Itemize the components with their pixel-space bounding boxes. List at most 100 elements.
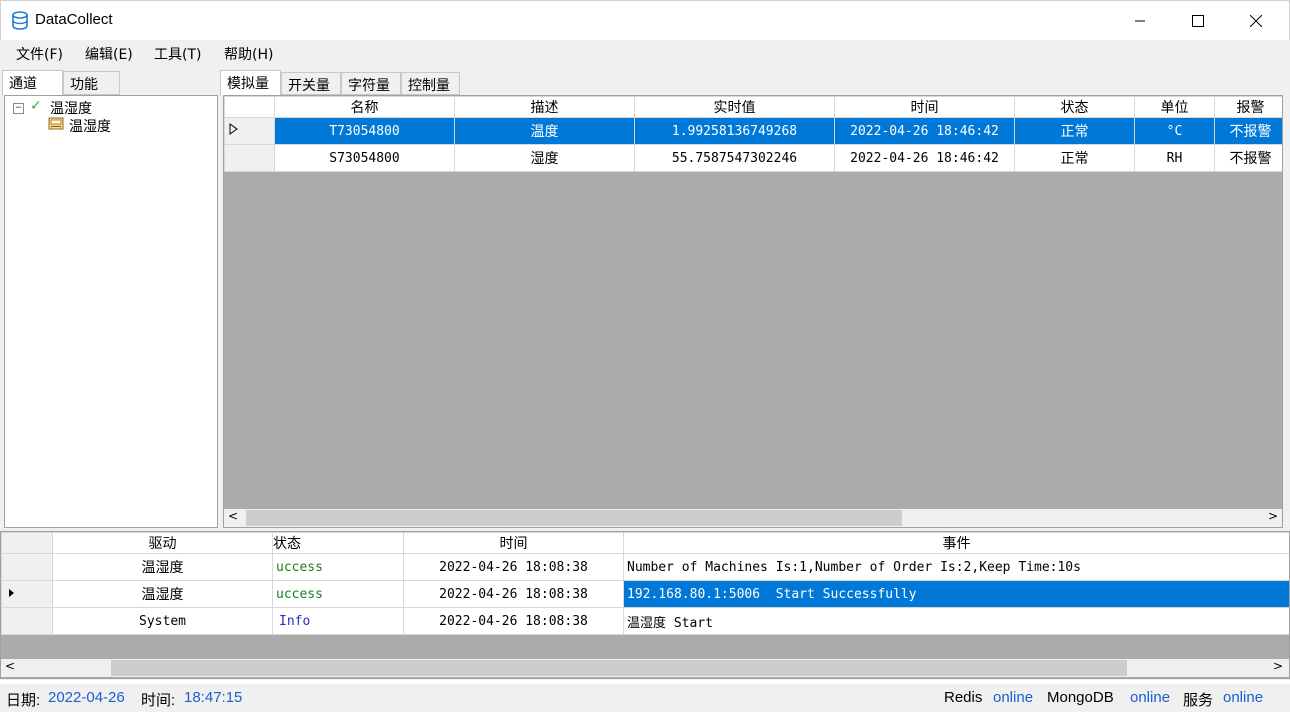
date-label: 日期: [6, 692, 41, 709]
row-header-corner [1, 532, 53, 554]
menu-tools[interactable]: 工具(T) [154, 44, 201, 64]
table-row[interactable]: T73054800 温度 1.99258136749268 2022-04-26… [224, 117, 1282, 145]
row-header-corner [224, 96, 275, 118]
tree-node-root[interactable]: 温湿度 [50, 98, 92, 118]
row-indicator[interactable] [224, 117, 275, 145]
column-header[interactable]: 描述 [454, 96, 635, 118]
close-button[interactable] [1227, 1, 1285, 41]
channel-tree: − ✓ 温湿度 温湿度 [4, 95, 218, 528]
cell-state[interactable]: 正常 [1014, 117, 1135, 145]
current-row-icon [229, 123, 238, 135]
table-row[interactable]: 温湿度 uccess 2022-04-26 18:08:38 192.168.8… [1, 580, 1289, 608]
scrollbar-thumb[interactable] [111, 660, 1127, 676]
maximize-icon [1192, 15, 1204, 27]
cell-time[interactable]: 2022-04-26 18:46:42 [834, 117, 1015, 145]
tab-channel[interactable]: 通道 [2, 70, 63, 96]
cell-state[interactable]: 正常 [1014, 144, 1135, 172]
cell-status[interactable]: uccess [272, 580, 404, 608]
minimize-button[interactable] [1111, 1, 1169, 41]
cell-event[interactable]: 温湿度 Start [623, 607, 1289, 635]
time-label: 时间: [141, 692, 176, 709]
column-header[interactable]: 驱动 [52, 532, 273, 554]
close-icon [1250, 15, 1262, 27]
cell-desc[interactable]: 温度 [454, 117, 635, 145]
column-header[interactable]: 时间 [403, 532, 624, 554]
redis-label: Redis [944, 689, 983, 706]
window-title: DataCollect [35, 11, 113, 28]
title-bar: DataCollect [0, 0, 1290, 40]
tab-switch[interactable]: 开关量 [281, 72, 341, 95]
mongodb-label: MongoDB [1047, 689, 1114, 706]
log-horizontal-scrollbar[interactable]: < > [1, 659, 1289, 677]
cell-desc[interactable]: 湿度 [454, 144, 635, 172]
tab-function[interactable]: 功能 [63, 71, 120, 95]
analog-grid: 名称 描述 实时值 时间 状态 单位 报警 T73054800 温度 1.992… [223, 95, 1283, 528]
scroll-right-icon[interactable]: > [1268, 509, 1278, 523]
cell-value[interactable]: 55.7587547302246 [634, 144, 835, 172]
scroll-right-icon[interactable]: > [1273, 659, 1283, 673]
collapse-toggle-icon[interactable]: − [13, 103, 24, 114]
cell-name[interactable]: T73054800 [274, 117, 455, 145]
cell-value[interactable]: 1.99258136749268 [634, 117, 835, 145]
log-header-row: 驱动 状态 时间 事件 [1, 532, 1289, 554]
tab-control[interactable]: 控制量 [401, 72, 460, 95]
service-status: online [1223, 689, 1264, 706]
cell-driver[interactable]: 温湿度 [52, 553, 273, 581]
column-header[interactable]: 名称 [274, 96, 455, 118]
app-icon [12, 11, 28, 30]
menu-bar: 文件(F) 编辑(E) 工具(T) 帮助(H) [0, 40, 1290, 68]
tab-analog[interactable]: 模拟量 [220, 70, 281, 96]
cell-alarm[interactable]: 不报警 [1214, 117, 1282, 145]
cell-name[interactable]: S73054800 [274, 144, 455, 172]
cell-alarm[interactable]: 不报警 [1214, 144, 1282, 172]
grid-header-row: 名称 描述 实时值 时间 状态 单位 报警 [224, 96, 1282, 118]
check-icon: ✓ [30, 98, 42, 114]
cell-status[interactable]: Info [272, 607, 404, 635]
device-icon [48, 117, 64, 130]
cell-unit[interactable]: RH [1134, 144, 1215, 172]
row-indicator[interactable] [224, 144, 275, 172]
table-row[interactable]: S73054800 湿度 55.7587547302246 2022-04-26… [224, 144, 1282, 172]
menu-file[interactable]: 文件(F) [16, 44, 63, 64]
status-bar: 日期: 2022-04-26 时间: 18:47:15 Redis online… [0, 684, 1290, 712]
cell-event[interactable]: 192.168.80.1:5006 Start Successfully [623, 580, 1289, 608]
date-value: 2022-04-26 [48, 689, 125, 706]
column-header[interactable]: 状态 [1014, 96, 1135, 118]
tree-node-child[interactable]: 温湿度 [69, 116, 111, 136]
column-header[interactable]: 事件 [623, 532, 1289, 554]
cell-time[interactable]: 2022-04-26 18:46:42 [834, 144, 1015, 172]
scroll-left-icon[interactable]: < [228, 509, 238, 523]
row-indicator[interactable] [1, 553, 53, 581]
minimize-icon [1135, 20, 1145, 22]
column-header[interactable]: 状态 [272, 532, 404, 554]
cell-time[interactable]: 2022-04-26 18:08:38 [403, 553, 624, 581]
maximize-button[interactable] [1169, 1, 1227, 41]
cell-time[interactable]: 2022-04-26 18:08:38 [403, 607, 624, 635]
menu-help[interactable]: 帮助(H) [224, 44, 273, 64]
mongodb-status: online [1130, 689, 1171, 706]
current-row-icon [9, 588, 14, 597]
time-value: 18:47:15 [184, 689, 243, 706]
row-indicator[interactable] [1, 580, 53, 608]
cell-unit[interactable]: °C [1134, 117, 1215, 145]
menu-edit[interactable]: 编辑(E) [85, 44, 133, 64]
horizontal-scrollbar[interactable]: < > [224, 509, 1282, 527]
cell-time[interactable]: 2022-04-26 18:08:38 [403, 580, 624, 608]
tab-string[interactable]: 字符量 [341, 72, 401, 95]
event-log-grid: 驱动 状态 时间 事件 温湿度 uccess 2022-04-26 18:08:… [0, 531, 1290, 679]
column-header[interactable]: 实时值 [634, 96, 835, 118]
redis-status: online [993, 689, 1034, 706]
cell-status[interactable]: uccess [272, 553, 404, 581]
column-header[interactable]: 时间 [834, 96, 1015, 118]
scrollbar-thumb[interactable] [246, 510, 902, 526]
column-header[interactable]: 单位 [1134, 96, 1215, 118]
cell-driver[interactable]: System [52, 607, 273, 635]
table-row[interactable]: System Info 2022-04-26 18:08:38 温湿度 Star… [1, 607, 1289, 635]
cell-driver[interactable]: 温湿度 [52, 580, 273, 608]
service-label: 服务 [1183, 692, 1214, 709]
cell-event[interactable]: Number of Machines Is:1,Number of Order … [623, 553, 1289, 581]
table-row[interactable]: 温湿度 uccess 2022-04-26 18:08:38 Number of… [1, 553, 1289, 581]
row-indicator[interactable] [1, 607, 53, 635]
scroll-left-icon[interactable]: < [5, 659, 15, 673]
column-header[interactable]: 报警 [1214, 96, 1282, 118]
